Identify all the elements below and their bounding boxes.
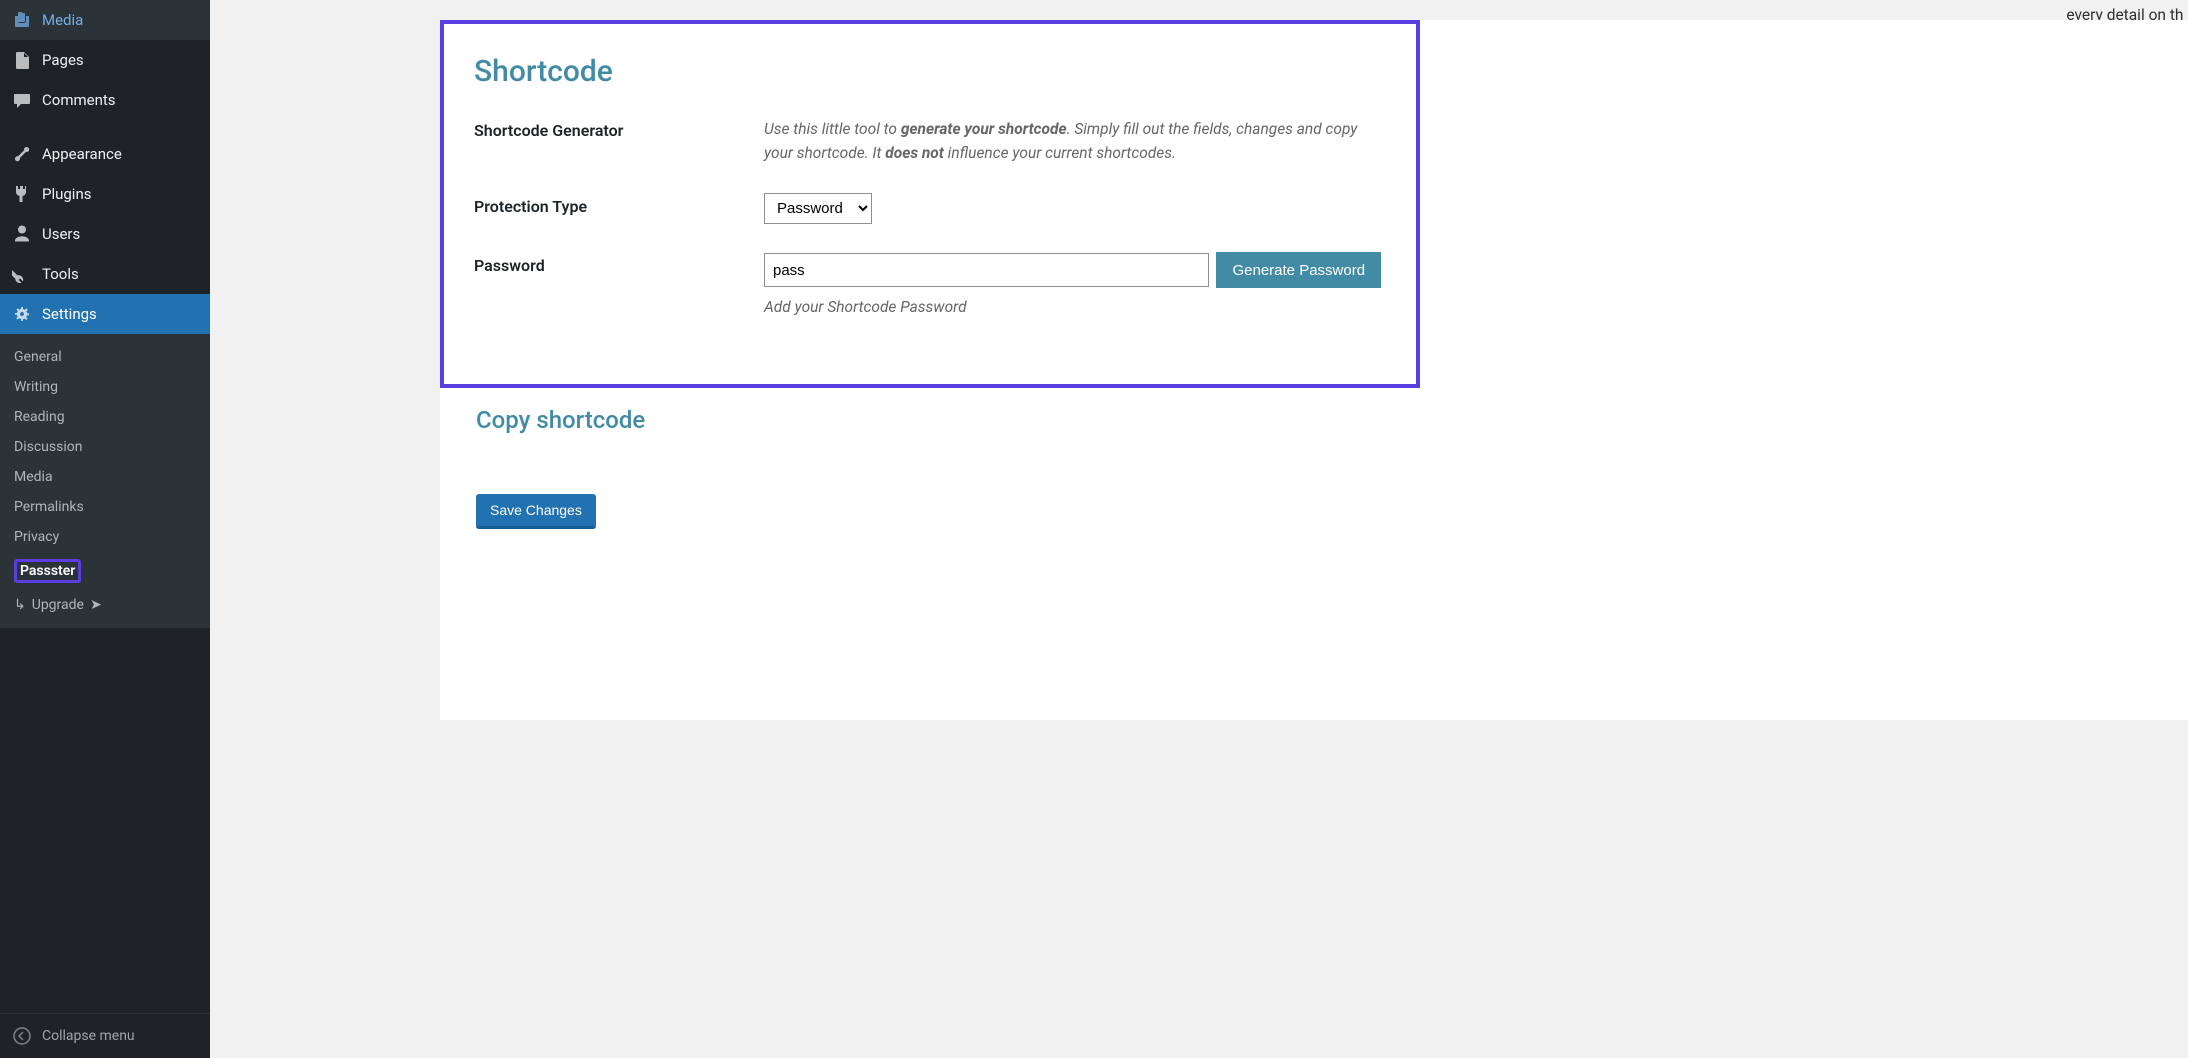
sidebar-item-users[interactable]: Users [0,214,210,254]
sidebar-label: Tools [42,265,79,283]
password-label: Password [474,252,764,275]
upgrade-label: Upgrade [32,597,84,613]
generator-row: Shortcode Generator Use this little tool… [474,117,1386,165]
hint-strong: does not [885,144,944,162]
sidebar-item-appearance[interactable]: Appearance [0,134,210,174]
submenu-item-writing[interactable]: Writing [0,372,210,402]
settings-submenu: General Writing Reading Discussion Media… [0,334,210,628]
hint-text: influence your current shortcodes. [944,144,1176,162]
appearance-icon [12,144,32,164]
main-content: every detail on th configuration of p Re… [210,0,2188,1058]
generator-label: Shortcode Generator [474,117,764,140]
submenu-item-reading[interactable]: Reading [0,402,210,432]
upgrade-send-icon: ➤ [90,597,102,613]
shortcode-panel: Shortcode Shortcode Generator Use this l… [440,20,1420,388]
tools-icon [12,264,32,284]
sidebar-item-settings[interactable]: Settings [0,294,210,334]
sidebar-label: Pages [42,51,84,69]
collapse-label: Collapse menu [42,1028,135,1044]
sidebar-label: Comments [42,91,116,109]
collapse-icon [12,1026,32,1046]
protection-type-label: Protection Type [474,193,764,216]
pages-icon [12,50,32,70]
admin-sidebar: Media Pages Comments Appearance Plugins … [0,0,210,1058]
protection-type-row: Protection Type Password [474,193,1386,224]
sidebar-item-media[interactable]: Media [0,0,210,40]
hint-text: Use this little tool to [764,120,901,138]
generate-password-button[interactable]: Generate Password [1216,252,1381,288]
sidebar-item-comments[interactable]: Comments [0,80,210,120]
submenu-item-discussion[interactable]: Discussion [0,432,210,462]
sidebar-label: Media [42,11,83,29]
users-icon [12,224,32,244]
sidebar-item-tools[interactable]: Tools [0,254,210,294]
password-hint: Add your Shortcode Password [764,298,1386,316]
sidebar-label: Plugins [42,185,91,203]
media-icon [12,10,32,30]
upgrade-arrow-icon: ↳ [14,597,26,613]
comments-icon [12,90,32,110]
settings-icon [12,304,32,324]
submenu-item-upgrade[interactable]: ↳ Upgrade ➤ [0,590,210,620]
submenu-item-general[interactable]: General [0,342,210,372]
collapse-menu[interactable]: Collapse menu [0,1013,210,1058]
plugins-icon [12,184,32,204]
sidebar-item-pages[interactable]: Pages [0,40,210,80]
sidebar-label: Appearance [42,145,122,163]
protection-type-select[interactable]: Password [764,193,872,224]
generator-hint: Use this little tool to generate your sh… [764,117,1386,165]
passster-label: Passster [14,559,81,583]
password-input[interactable] [764,253,1209,287]
submenu-item-privacy[interactable]: Privacy [0,522,210,552]
hint-strong: generate your shortcode [901,120,1067,138]
sidebar-item-plugins[interactable]: Plugins [0,174,210,214]
submenu-item-permalinks[interactable]: Permalinks [0,492,210,522]
password-row: Password Generate Password Add your Shor… [474,252,1386,316]
panel-title: Shortcode [474,54,1386,89]
sidebar-label: Settings [42,305,97,323]
save-changes-button[interactable]: Save Changes [476,494,596,529]
submenu-item-passster[interactable]: Passster [0,552,210,590]
sidebar-label: Users [42,225,80,243]
copy-shortcode-title: Copy shortcode [476,406,2188,434]
submenu-item-media[interactable]: Media [0,462,210,492]
